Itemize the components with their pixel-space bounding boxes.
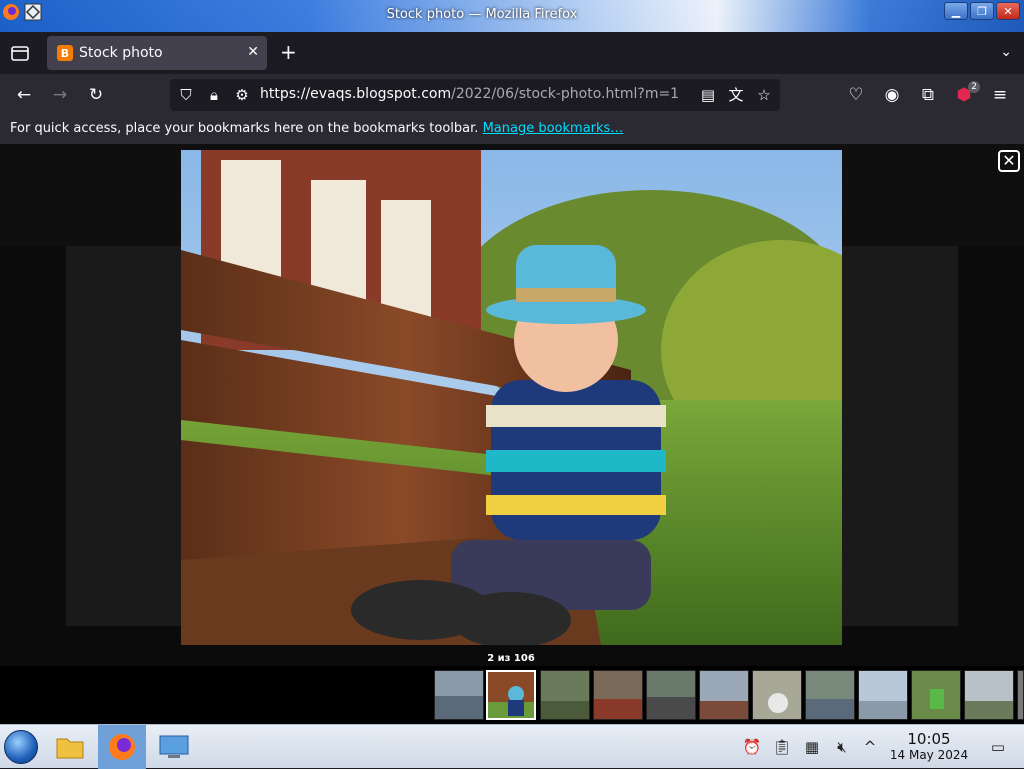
thumbnail[interactable] [911, 670, 961, 720]
reader-view-icon[interactable]: ▤ [698, 85, 718, 105]
manage-bookmarks-link[interactable]: Manage bookmarks… [483, 121, 624, 136]
clock-date: 14 May 2024 [889, 748, 969, 762]
close-window-button[interactable]: ✕ [996, 2, 1020, 20]
bookmarks-toolbar: For quick access, place your bookmarks h… [0, 116, 1024, 144]
monitor-icon [159, 735, 189, 758]
thumbnail[interactable] [699, 670, 749, 720]
alarm-icon[interactable]: ⏰ [742, 737, 762, 757]
shield-icon[interactable]: ⛉ [176, 85, 196, 105]
url-text[interactable]: https://evaqs.blogspot.com/2022/06/stock… [260, 86, 679, 102]
tray-expand-chevron-icon[interactable]: ^ [860, 737, 880, 757]
thumbnail[interactable] [593, 670, 643, 720]
firefox-task[interactable] [98, 725, 146, 769]
firefox-icon [109, 734, 135, 760]
url-bar[interactable]: ⛉ 🔒︎ ⚙ https://evaqs.blogspot.com/2022/0… [170, 79, 780, 111]
thumbnail[interactable] [964, 670, 1014, 720]
bookmark-star-icon[interactable]: ☆ [754, 85, 774, 105]
back-arrow-icon[interactable]: ← [14, 85, 34, 105]
extensions-icon[interactable]: ⧉ [918, 85, 938, 105]
minimize-button[interactable]: ▁ [944, 2, 968, 20]
thumbnail[interactable] [858, 670, 908, 720]
window-titlebar: Stock photo — Mozilla Firefox ▁ ❐ ✕ [0, 0, 1024, 32]
forward-arrow-icon[interactable]: → [50, 85, 70, 105]
clock-time: 10:05 [907, 730, 951, 748]
tab-label: Stock photo [79, 45, 163, 61]
url-host: https://evaqs.blogspot.com [260, 86, 452, 102]
clipboard-icon[interactable]: 📋︎ [772, 737, 792, 757]
clock[interactable]: 10:05 14 May 2024 [886, 731, 972, 763]
lightbox-photo [181, 150, 842, 645]
pocket-icon[interactable]: ♡ [846, 85, 866, 105]
extension-badge: 2 [968, 81, 980, 93]
show-desktop-icon[interactable]: ▭ [988, 737, 1008, 757]
lock-icon[interactable]: 🔒︎ [204, 85, 224, 105]
maximize-button[interactable]: ❐ [970, 2, 994, 20]
thumbnail[interactable] [752, 670, 802, 720]
thumbnail[interactable] [646, 670, 696, 720]
bookmarks-message: For quick access, place your bookmarks h… [10, 121, 479, 136]
start-menu-button[interactable] [4, 730, 38, 764]
remote-desktop-task[interactable] [150, 725, 198, 769]
tab-close-icon[interactable]: ✕ [247, 44, 259, 60]
translate-icon[interactable]: 文 [726, 85, 746, 105]
url-path: /2022/06/stock-photo.html?m=1 [451, 86, 680, 102]
photo-boy-on-bench [181, 150, 842, 645]
folder-icon [56, 738, 84, 759]
file-manager-task[interactable] [46, 725, 94, 769]
hamburger-menu-icon[interactable]: ≡ [990, 85, 1010, 105]
account-icon[interactable]: ◉ [882, 85, 902, 105]
tab-list-icon[interactable] [8, 42, 32, 64]
storage-icon[interactable]: ▦ [802, 737, 822, 757]
tab-stock-photo[interactable]: B Stock photo ✕ [47, 36, 267, 70]
tab-bar: B Stock photo ✕ + ⌄ [0, 32, 1024, 74]
thumbnail-active[interactable] [486, 670, 536, 720]
thumbnail-strip[interactable] [0, 666, 1024, 724]
permissions-icon[interactable]: ⚙ [232, 85, 252, 105]
thumbnail[interactable] [1017, 670, 1024, 720]
photo-counter: 2 из 106 [487, 653, 535, 664]
navigation-toolbar: ← → ↻ ⛉ 🔒︎ ⚙ https://evaqs.blogspot.com/… [0, 74, 1024, 116]
lightbox-close-button[interactable]: ✕ [998, 150, 1020, 172]
thumbnail[interactable] [805, 670, 855, 720]
new-tab-button[interactable]: + [280, 42, 297, 62]
volume-muted-icon[interactable]: 🔇︎ [832, 737, 852, 757]
thumbnail[interactable] [434, 670, 484, 720]
blogger-favicon-icon: B [57, 45, 73, 61]
list-all-tabs-chevron-icon[interactable]: ⌄ [1000, 44, 1012, 60]
taskbar: ⏰ 📋︎ ▦ 🔇︎ ^ 10:05 14 May 2024 ▭ [0, 724, 1024, 769]
ublock-extension-icon[interactable]: ⬢ 2 [954, 81, 980, 105]
reload-icon[interactable]: ↻ [86, 85, 106, 105]
page-content: ✕ 2 из 106 [0, 144, 1024, 724]
thumbnail[interactable] [540, 670, 590, 720]
window-title: Stock photo — Mozilla Firefox [386, 7, 578, 22]
